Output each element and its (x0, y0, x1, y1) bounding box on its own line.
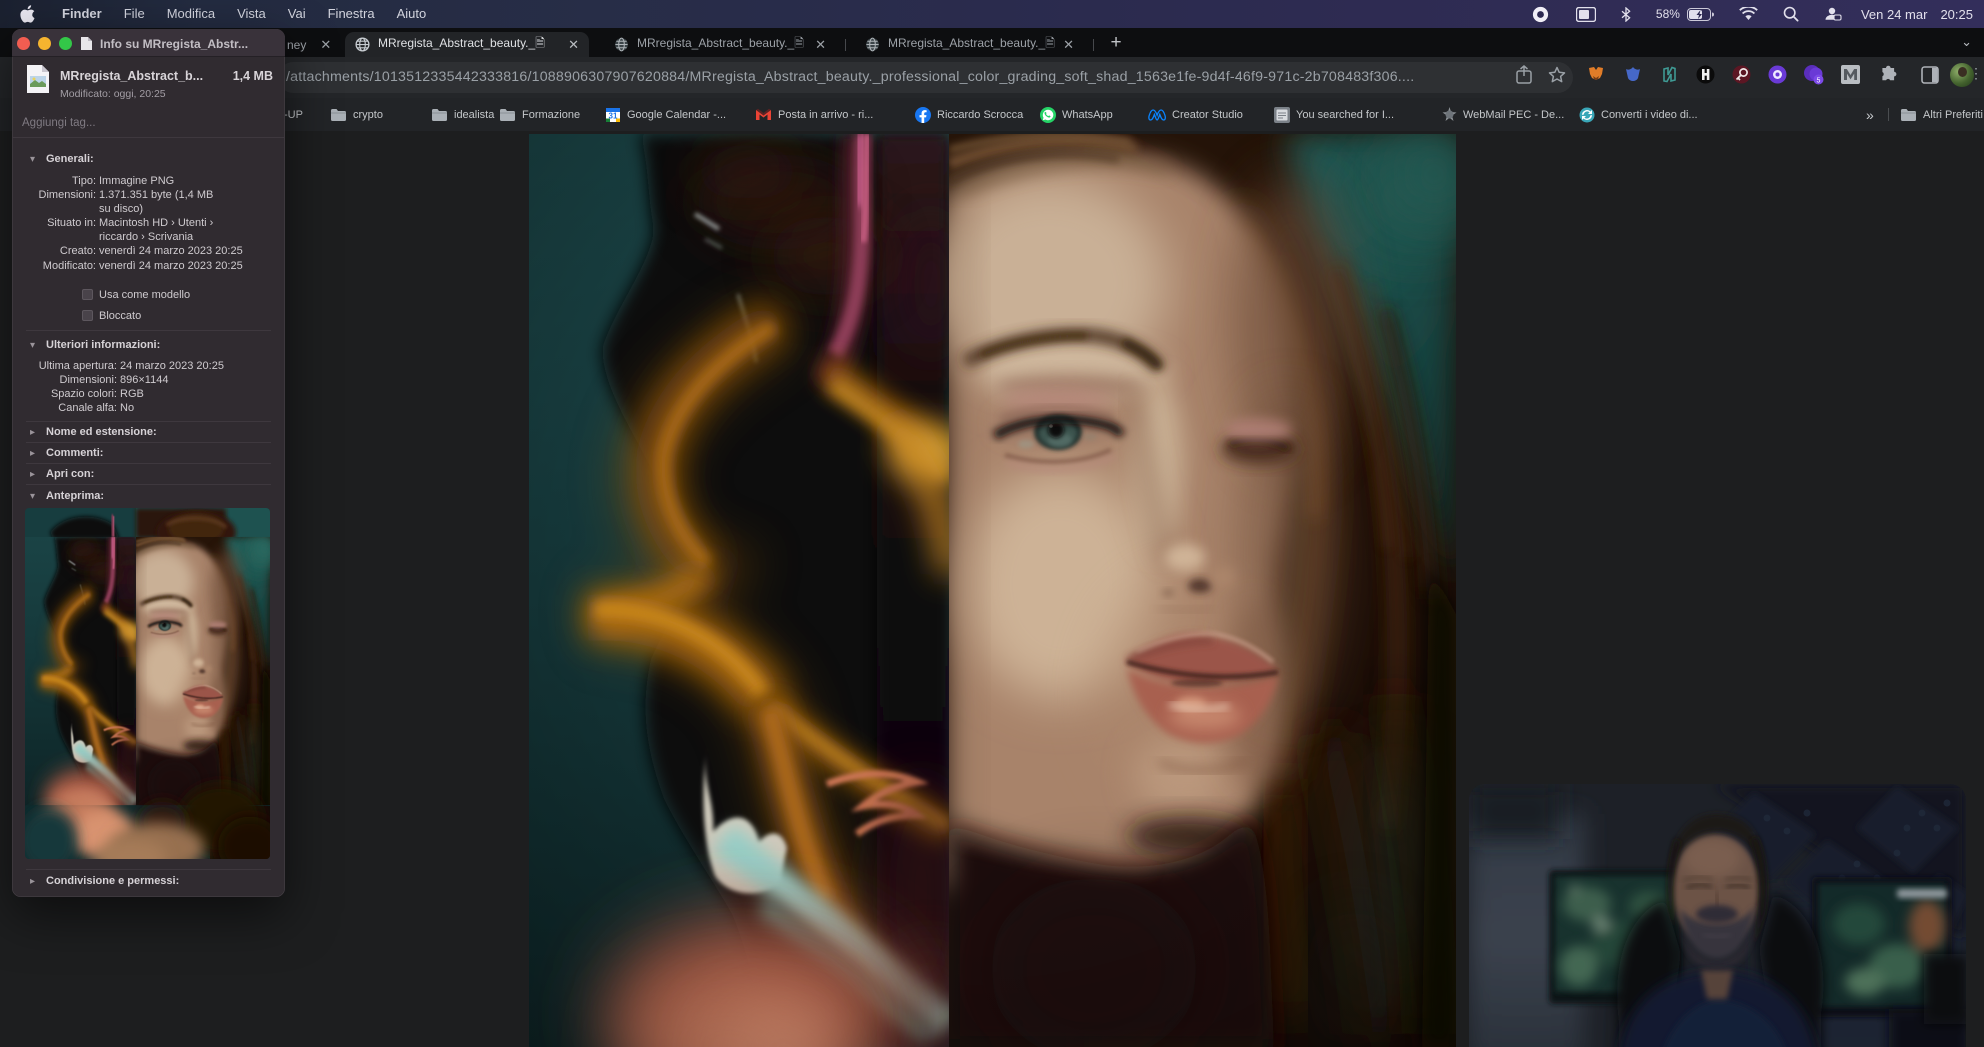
svg-text:31: 31 (609, 111, 618, 120)
svg-text:5: 5 (1817, 78, 1821, 85)
